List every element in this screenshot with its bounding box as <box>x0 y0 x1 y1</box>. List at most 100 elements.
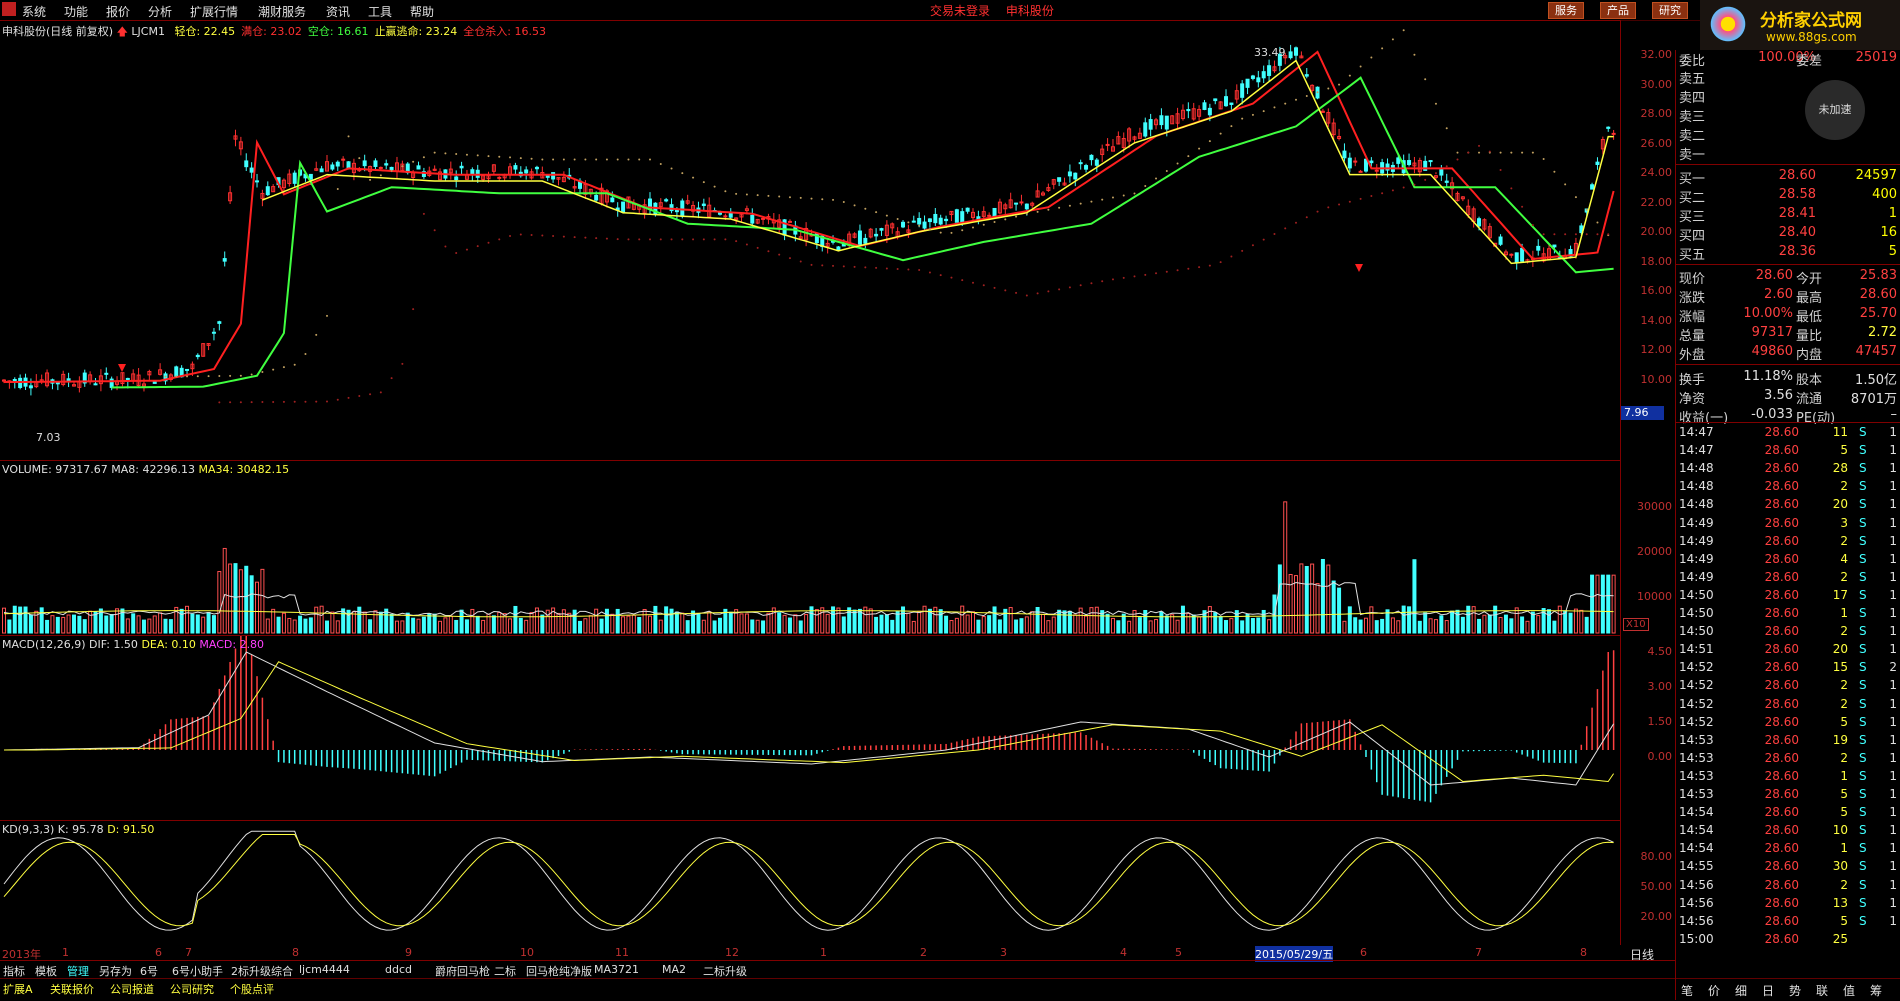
trade-cell: 28.60 <box>1764 606 1799 620</box>
dot-line <box>928 271 931 274</box>
research-button[interactable]: 研究 <box>1652 2 1688 19</box>
price-chart-panel[interactable]: 申科股份(日线 前复权) 🡅 LJCM1 轻仓: 22.45 满仓: 23.02 空… <box>0 20 1620 461</box>
info-tab-1[interactable]: 关联报价 <box>50 981 94 997</box>
trade-cell: 1 <box>1840 841 1848 856</box>
trade-cell: 3 <box>1840 515 1848 530</box>
x-tick: 9 <box>405 946 412 959</box>
trade-cell: S <box>1859 696 1867 711</box>
menu-item-6[interactable]: 资讯 <box>326 3 350 20</box>
candle-body <box>1256 77 1261 83</box>
menu-item-8[interactable]: 帮助 <box>410 3 434 20</box>
product-button[interactable]: 产品 <box>1600 2 1636 19</box>
volume-bar <box>1116 620 1121 634</box>
kd-panel[interactable]: KD(9,3,3) K: 95.78 D: 91.50 <box>0 820 1620 946</box>
trade-row: 14:53 28.60 5 S 1 <box>1676 787 1900 805</box>
y-tick: 30.00 <box>1640 77 1673 91</box>
indicator-tab-14[interactable]: 二标升级 <box>703 963 747 979</box>
menu-item-5[interactable]: 潮财服务 <box>258 3 306 20</box>
volume-bar <box>874 616 879 634</box>
stat-row: 总量 97317 量比 2.72 <box>1676 325 1900 344</box>
bid-price: 28.60 <box>1778 168 1816 183</box>
indicator-tab-8[interactable]: ddcd <box>385 963 412 976</box>
dot-line <box>788 257 791 260</box>
candle-body <box>1224 96 1229 107</box>
indicator-tab-11[interactable]: 回马枪纯净版 <box>526 963 592 979</box>
candle-body <box>373 160 378 167</box>
volume-bar <box>125 618 130 634</box>
trade-cell: 2 <box>1840 678 1848 693</box>
dot-line <box>1004 218 1007 221</box>
menu-item-2[interactable]: 报价 <box>106 3 130 20</box>
volume-bar <box>411 617 416 634</box>
info-tab-4[interactable]: 个股点评 <box>230 981 274 997</box>
indicator-tab-12[interactable]: MA3721 <box>594 963 639 976</box>
dot-line <box>1564 233 1567 236</box>
candle-body <box>378 166 383 169</box>
trade-cell: 14:56 <box>1679 895 1714 910</box>
menu-item-4[interactable]: 扩展行情 <box>190 3 238 20</box>
menu-item-3[interactable]: 分析 <box>148 3 172 20</box>
volume-panel[interactable]: VOLUME: 97317.67 MA8: 42296.13 MA34: 304… <box>0 460 1620 636</box>
volume-bar <box>1057 609 1062 634</box>
indicator-tab-7[interactable]: ljcm4444 <box>299 963 350 976</box>
trade-cell: 1 <box>1889 787 1897 801</box>
trade-cell: 5 <box>1840 913 1848 928</box>
service-button[interactable]: 服务 <box>1548 2 1584 19</box>
macd-chart[interactable] <box>0 636 1620 821</box>
speed-button[interactable]: 未加速 <box>1805 80 1865 140</box>
trade-cell: 2 <box>1840 696 1848 711</box>
volume-chart[interactable] <box>0 461 1620 636</box>
info-tab-2[interactable]: 公司报道 <box>110 981 154 997</box>
indicator-tab-9[interactable]: 爵府回马枪 <box>435 963 490 979</box>
indicator-tab-13[interactable]: MA2 <box>662 963 686 976</box>
volume-bar <box>739 613 744 634</box>
info-tab-0[interactable]: 扩展A <box>3 981 33 997</box>
info-tab-3[interactable]: 公司研究 <box>170 981 214 997</box>
indicator-tab-5[interactable]: 6号小助手 <box>172 963 223 979</box>
indicator-tab-4[interactable]: 6号 <box>140 963 158 979</box>
trade-cell: S <box>1859 497 1867 512</box>
volume-bar <box>518 617 523 634</box>
volume-bar <box>1390 617 1395 634</box>
dot-line <box>1241 249 1244 252</box>
trade-row: 14:47 28.60 11 S 1 <box>1676 425 1900 443</box>
candle-body <box>93 383 98 386</box>
volume-bar <box>1584 616 1589 634</box>
indicator-tab-1[interactable]: 模板 <box>35 963 57 979</box>
buy-arrow-icon <box>118 364 126 372</box>
volume-bar <box>427 613 432 634</box>
volume-bar <box>1568 612 1573 634</box>
trade-cell: 28.60 <box>1764 624 1799 639</box>
menu-bar: 系统 功能 报价 分析 扩展行情 潮财服务 资讯 工具 帮助 交易未登录 申科股份 服务 产品 … <box>0 0 1900 21</box>
price-chart[interactable] <box>0 21 1620 461</box>
volume-bar <box>1563 610 1568 634</box>
menu-item-1[interactable]: 功能 <box>64 3 88 20</box>
indicator-tab-6[interactable]: 2标升级综合 <box>231 963 293 979</box>
trade-cell: 1 <box>1889 768 1897 783</box>
candle-body <box>717 212 722 215</box>
macd-panel[interactable]: MACD(12,26,9) DIF: 1.50 DEA: 0.10 MACD: … <box>0 635 1620 821</box>
menu-item-0[interactable]: 系统 <box>22 3 46 20</box>
indicator-tab-0[interactable]: 指标 <box>3 963 25 979</box>
candle-body <box>185 368 190 371</box>
dot-line <box>1542 158 1545 161</box>
dot-line <box>519 157 522 160</box>
dot-line <box>1424 78 1427 81</box>
ask-row: 卖五 <box>1676 68 1900 87</box>
trade-cell: S <box>1859 768 1867 783</box>
trade-cell: S <box>1859 859 1867 874</box>
dot-line <box>401 362 404 365</box>
dot-line <box>304 400 307 403</box>
trade-cell: 14:56 <box>1679 913 1714 928</box>
kd-chart[interactable] <box>0 821 1620 946</box>
trade-cell: 28.60 <box>1764 768 1799 783</box>
indicator-tab-2[interactable]: 管理 <box>67 963 89 979</box>
dot-line <box>1176 269 1179 272</box>
volume-bar <box>459 609 464 634</box>
indicator-tab-3[interactable]: 另存为 <box>99 963 132 979</box>
menu-item-7[interactable]: 工具 <box>368 3 392 20</box>
volume-bar <box>1019 618 1024 634</box>
indicator-tab-10[interactable]: 二标 <box>494 963 516 979</box>
volume-bar <box>7 619 12 634</box>
trade-row: 14:56 28.60 2 S 1 <box>1676 878 1900 896</box>
